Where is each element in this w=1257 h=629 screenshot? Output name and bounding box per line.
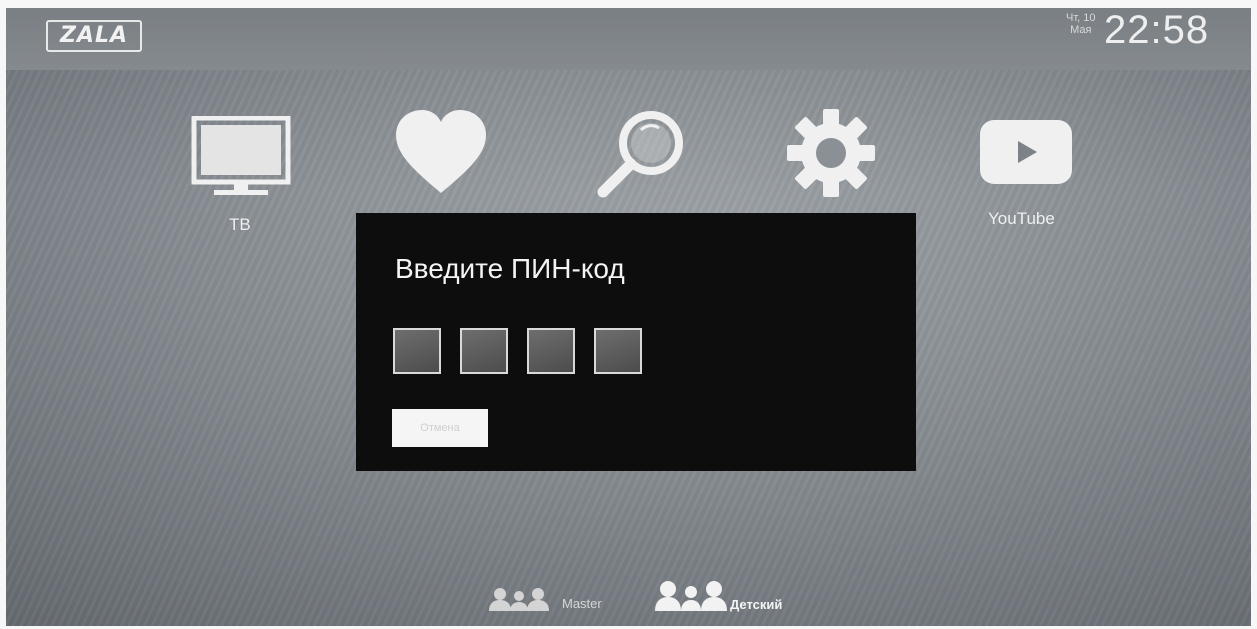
pin-dialog: Введите ПИН-код Отмена [356, 213, 916, 471]
pin-digit-input[interactable] [594, 328, 642, 374]
profile-kids[interactable]: Детский [654, 580, 804, 616]
top-bar: ZALA Чт, 10 Мая 22:58 [6, 8, 1251, 70]
menu-item-tv[interactable]: ТВ [186, 116, 296, 234]
date-display: Чт, 10 Мая [1066, 12, 1096, 36]
clock-time: 22:58 [1104, 8, 1210, 52]
pin-dialog-title: Введите ПИН-код [395, 253, 625, 284]
tv-screen: ZALA Чт, 10 Мая 22:58 ТВ YouTube Введите… [6, 8, 1251, 626]
menu-item-favorites[interactable] [391, 108, 491, 213]
profile-master[interactable]: Master [488, 586, 628, 616]
heart-icon [396, 110, 486, 193]
date-weekday: Чт, 10 [1066, 12, 1096, 24]
profile-label: Master [562, 596, 602, 611]
gear-icon [787, 109, 875, 197]
users-icon [489, 588, 549, 611]
menu-item-label: YouTube [988, 209, 1055, 228]
zala-logo: ZALA [46, 20, 142, 52]
menu-item-label: ТВ [229, 215, 251, 234]
search-icon [597, 111, 683, 198]
date-month: Мая [1070, 24, 1092, 36]
pin-digit-input[interactable] [393, 328, 441, 374]
pin-digit-input[interactable] [527, 328, 575, 374]
pin-digit-input[interactable] [460, 328, 508, 374]
menu-item-settings[interactable] [784, 108, 879, 213]
profile-label: Детский [730, 597, 783, 612]
youtube-icon [980, 120, 1072, 184]
menu-item-youtube[interactable]: YouTube [976, 118, 1076, 233]
menu-item-search[interactable] [591, 108, 691, 213]
tv-icon [191, 116, 291, 195]
cancel-button[interactable]: Отмена [392, 409, 488, 447]
users-icon [655, 581, 727, 611]
